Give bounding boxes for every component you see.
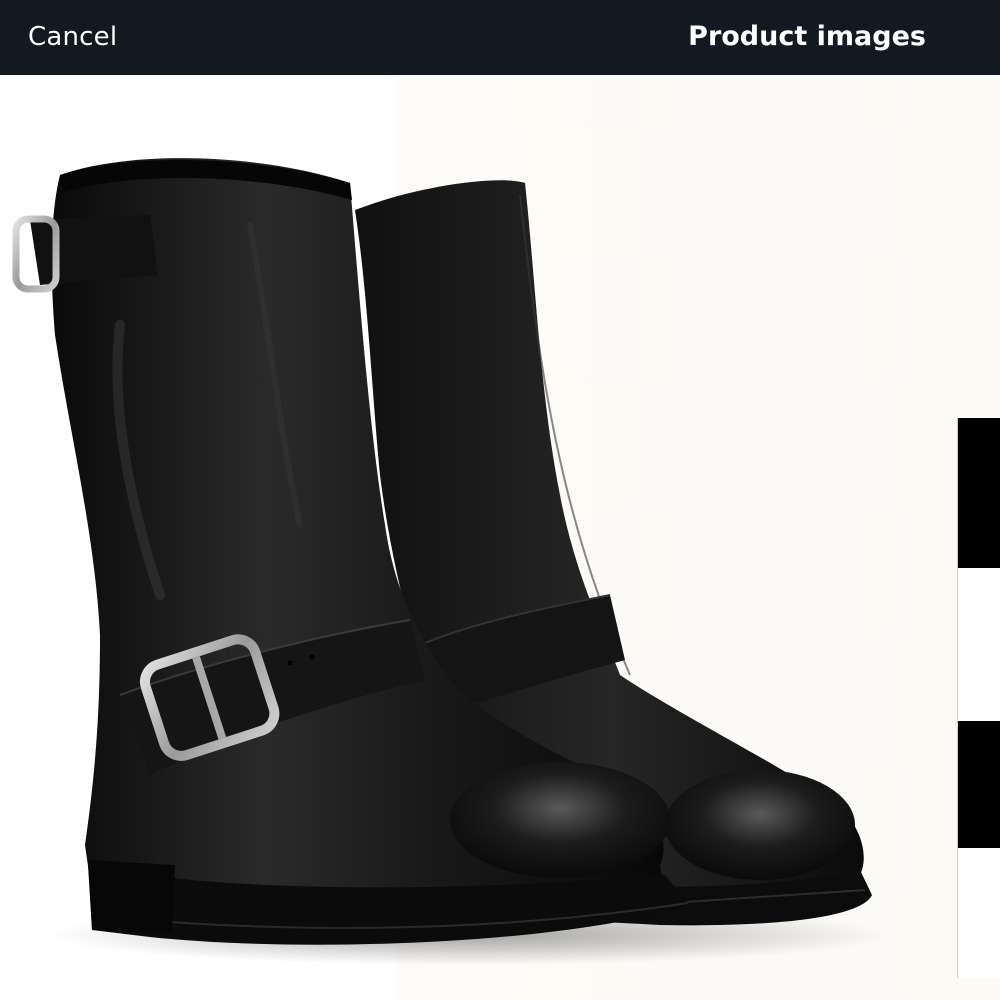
- page-title: Product images: [688, 21, 926, 52]
- product-image[interactable]: [0, 75, 1000, 1000]
- top-bar: Cancel Product images: [0, 0, 1000, 75]
- product-images-screen: Cancel Product images S: [0, 0, 1000, 1000]
- preview-stripe: [958, 721, 1000, 848]
- boots-illustration: [12, 158, 890, 965]
- preview-stripe: [958, 418, 1000, 568]
- next-image-preview[interactable]: [957, 418, 1000, 978]
- cancel-button[interactable]: Cancel: [28, 22, 117, 52]
- front-boot: [12, 158, 690, 945]
- image-viewer[interactable]: S: [0, 75, 1000, 1000]
- preview-text: S: [33, 781, 54, 814]
